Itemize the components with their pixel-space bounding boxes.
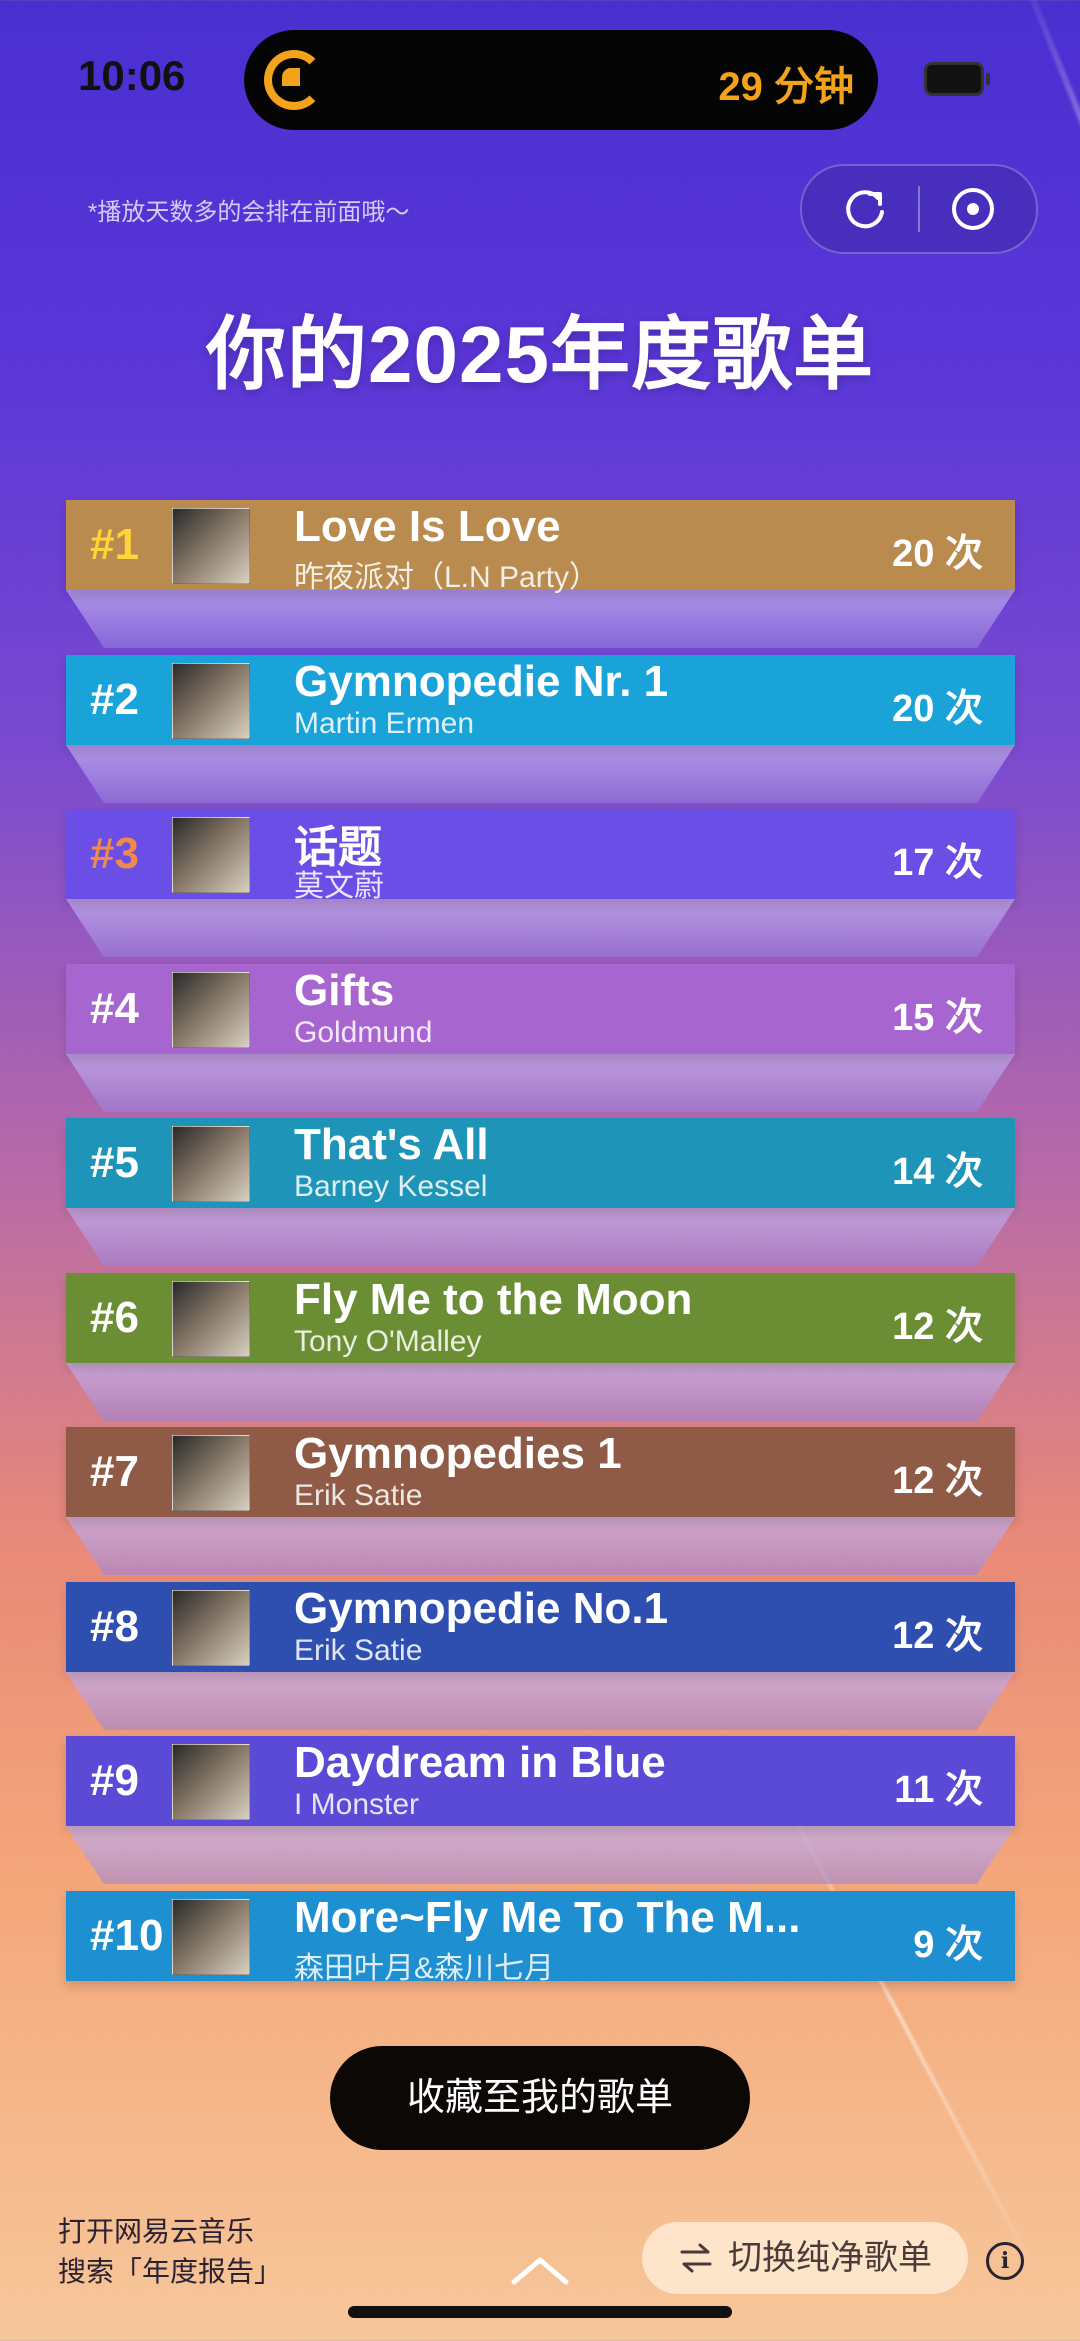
- song-title: Love Is Love: [294, 502, 561, 551]
- song-title: Daydream in Blue: [294, 1738, 666, 1787]
- song-rank: #7: [90, 1447, 139, 1496]
- album-cover: [172, 1744, 250, 1820]
- song-rank: #1: [90, 520, 139, 569]
- song-rank: #6: [90, 1293, 139, 1342]
- row-shelf: [66, 899, 1015, 957]
- row-shelf: [66, 1672, 1015, 1730]
- dynamic-island[interactable]: 29 分钟: [244, 30, 878, 130]
- song-title: Gifts: [294, 966, 395, 1015]
- song-row[interactable]: #10 More~Fly Me To The M... 森田叶月&森川七月 9 次: [66, 1891, 1015, 1985]
- page-title: 你的2025年度歌单: [206, 310, 874, 399]
- song-row[interactable]: #4 Gifts Goldmund 15 次: [66, 964, 1015, 1054]
- row-shelf: [66, 1054, 1015, 1112]
- album-cover: [172, 1899, 250, 1975]
- album-cover: [172, 508, 250, 584]
- song-rank: #5: [90, 1138, 139, 1187]
- song-artist: Tony O'Malley: [294, 1325, 482, 1358]
- song-row[interactable]: #5 That's All Barney Kessel 14 次: [66, 1118, 1015, 1208]
- song-title: Gymnopedies 1: [294, 1429, 622, 1478]
- album-cover: [172, 972, 250, 1048]
- song-rank: #8: [90, 1602, 139, 1651]
- song-row[interactable]: #1 Love Is Love 昨夜派对（L.N Party） 20 次: [66, 500, 1015, 594]
- song-row[interactable]: #6 Fly Me to the Moon Tony O'Malley 12 次: [66, 1273, 1015, 1363]
- song-title: Gymnopedie No.1: [294, 1584, 669, 1633]
- bottom-hint: 打开网易云音乐 搜索「年度报告」: [58, 2212, 282, 2292]
- home-indicator: [348, 2306, 732, 2318]
- song-row[interactable]: #8 Gymnopedie No.1 Erik Satie 12 次: [66, 1582, 1015, 1672]
- play-count: 20 次: [892, 533, 983, 575]
- close-target-icon[interactable]: [950, 186, 996, 232]
- collect-button[interactable]: 收藏至我的歌单: [330, 2046, 750, 2150]
- song-rank: #10: [90, 1911, 164, 1960]
- row-shelf: [66, 590, 1015, 648]
- refresh-icon[interactable]: [842, 186, 888, 232]
- timer-progress-icon: [282, 68, 300, 86]
- timer-text: 29 分钟: [718, 65, 854, 109]
- bottom-hint-line1: 打开网易云音乐: [58, 2216, 255, 2247]
- song-rank: #4: [90, 984, 139, 1033]
- song-artist: Erik Satie: [294, 1634, 423, 1667]
- song-row[interactable]: #2 Gymnopedie Nr. 1 Martin Ermen 20 次: [66, 655, 1015, 745]
- song-title: More~Fly Me To The M...: [294, 1893, 801, 1942]
- switch-playlist-label: 切换纯净歌单: [728, 2239, 932, 2277]
- play-count: 11 次: [894, 1769, 983, 1811]
- song-artist: 莫文蔚: [294, 870, 384, 903]
- row-shelf: [66, 1826, 1015, 1884]
- play-count: 20 次: [892, 688, 983, 730]
- song-title: Gymnopedie Nr. 1: [294, 657, 669, 706]
- song-artist: 森田叶月&森川七月: [294, 1952, 555, 1985]
- song-row[interactable]: #9 Daydream in Blue I Monster 11 次: [66, 1736, 1015, 1826]
- play-count: 12 次: [892, 1615, 983, 1657]
- play-count: 9 次: [913, 1924, 983, 1966]
- song-artist: Barney Kessel: [294, 1170, 488, 1203]
- song-rank: #9: [90, 1756, 139, 1805]
- song-rank: #2: [90, 675, 139, 724]
- album-cover: [172, 817, 250, 893]
- song-row[interactable]: #3 话题 莫文蔚 17 次: [66, 809, 1015, 903]
- play-count: 12 次: [892, 1306, 983, 1348]
- album-cover: [172, 663, 250, 739]
- album-cover: [172, 1281, 250, 1357]
- row-shelf: [66, 745, 1015, 803]
- row-shelf: [66, 1363, 1015, 1421]
- sort-hint: *播放天数多的会排在前面哦～: [88, 199, 410, 226]
- song-artist: I Monster: [294, 1788, 420, 1821]
- separator: [918, 186, 920, 232]
- info-icon[interactable]: i: [986, 2242, 1024, 2280]
- play-count: 14 次: [892, 1151, 983, 1193]
- play-count: 17 次: [892, 842, 983, 884]
- album-cover: [172, 1126, 250, 1202]
- bottom-hint-line2: 搜索「年度报告」: [58, 2256, 283, 2287]
- row-shelf: [66, 1517, 1015, 1575]
- album-cover: [172, 1435, 250, 1511]
- song-rank: #3: [90, 829, 139, 878]
- album-cover: [172, 1590, 250, 1666]
- song-artist: Martin Ermen: [294, 707, 475, 740]
- switch-playlist-button[interactable]: 切换纯净歌单: [642, 2222, 968, 2294]
- song-row[interactable]: #7 Gymnopedies 1 Erik Satie 12 次: [66, 1427, 1015, 1517]
- song-title: That's All: [294, 1120, 489, 1169]
- swap-icon: [680, 2243, 712, 2273]
- row-shelf: [66, 1208, 1015, 1266]
- chevron-up-icon[interactable]: [508, 2250, 572, 2290]
- song-artist: Erik Satie: [294, 1479, 423, 1512]
- song-title: Fly Me to the Moon: [294, 1275, 693, 1324]
- song-artist: 昨夜派对（L.N Party）: [294, 561, 600, 594]
- control-pill: [800, 164, 1038, 254]
- status-time: 10:06: [78, 52, 186, 99]
- battery-icon: [924, 62, 990, 96]
- play-count: 15 次: [892, 997, 983, 1039]
- song-artist: Goldmund: [294, 1016, 433, 1049]
- play-count: 12 次: [892, 1460, 983, 1502]
